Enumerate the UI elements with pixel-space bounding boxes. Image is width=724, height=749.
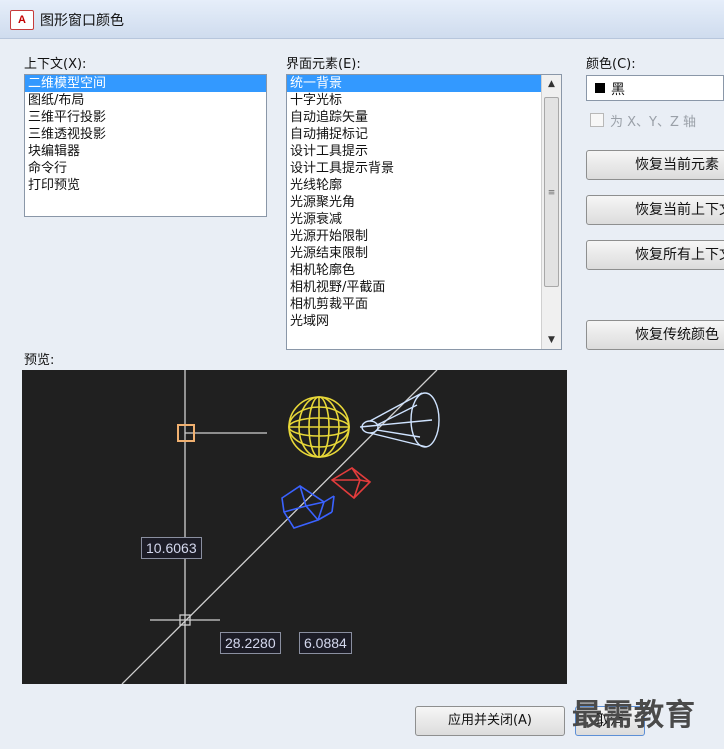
scroll-down-arrow-icon[interactable]: ▼ bbox=[542, 331, 561, 349]
tint-axes-checkbox[interactable] bbox=[590, 113, 604, 127]
interface-element-list-item[interactable]: 光源衰减 bbox=[287, 211, 561, 228]
spotlight-cone-icon bbox=[359, 392, 440, 448]
interface-element-list-item[interactable]: 相机轮廓色 bbox=[287, 262, 561, 279]
camera-frustum-icon bbox=[330, 467, 372, 500]
dimension-input-x1: 28.2280 bbox=[220, 632, 281, 654]
context-list-item[interactable]: 打印预览 bbox=[25, 177, 266, 194]
interface-element-list-item[interactable]: 光源结束限制 bbox=[287, 245, 561, 262]
context-listbox[interactable]: 二维模型空间 图纸/布局 三维平行投影 三维透视投影 块编辑器 命令行 打印预览 bbox=[24, 74, 267, 217]
autocad-app-icon: A bbox=[10, 10, 34, 30]
interface-element-list-item[interactable]: 相机视野/平截面 bbox=[287, 279, 561, 296]
interface-elements-listbox[interactable]: 统一背景 十字光标 自动追踪矢量 自动捕捉标记 设计工具提示 设计工具提示背景 光线轮廓 光源… bbox=[286, 74, 562, 350]
interface-elements-label: 界面元素(E): bbox=[286, 57, 361, 72]
scroll-up-arrow-icon[interactable]: ▲ bbox=[542, 75, 561, 93]
context-label: 上下文(X): bbox=[24, 57, 87, 72]
interface-element-list-item[interactable]: 统一背景 bbox=[287, 75, 561, 92]
apply-close-button[interactable]: 应用并关闭(A) bbox=[415, 706, 565, 736]
color-label: 颜色(C): bbox=[586, 57, 636, 72]
dimension-input-y: 10.6063 bbox=[141, 537, 202, 559]
restore-current-element-button[interactable]: 恢复当前元素 bbox=[586, 150, 724, 180]
context-list-item[interactable]: 二维模型空间 bbox=[25, 75, 266, 92]
interface-element-list-item[interactable]: 光源开始限制 bbox=[287, 228, 561, 245]
preview-graphics bbox=[121, 370, 440, 684]
interface-element-list-item[interactable]: 光域网 bbox=[287, 313, 561, 330]
scroll-thumb[interactable]: ≡ bbox=[544, 97, 559, 287]
interface-element-list-item[interactable]: 设计工具提示 bbox=[287, 143, 561, 160]
restore-all-contexts-button[interactable]: 恢复所有上下文 bbox=[586, 240, 724, 270]
color-dropdown[interactable]: 黑 bbox=[586, 75, 724, 101]
context-list-item[interactable]: 三维平行投影 bbox=[25, 109, 266, 126]
restore-classic-colors-button[interactable]: 恢复传统颜色 bbox=[586, 320, 724, 350]
elements-scrollbar[interactable]: ▲ ≡ ▼ bbox=[541, 75, 561, 349]
light-sphere-icon bbox=[288, 396, 350, 458]
context-list-item[interactable]: 命令行 bbox=[25, 160, 266, 177]
interface-element-list-item[interactable]: 光源聚光角 bbox=[287, 194, 561, 211]
camera-body-icon bbox=[281, 485, 335, 529]
color-value: 黑 bbox=[611, 82, 625, 98]
context-list-item[interactable]: 三维透视投影 bbox=[25, 126, 266, 143]
preview-label: 预览: bbox=[24, 353, 55, 368]
context-list-item[interactable]: 块编辑器 bbox=[25, 143, 266, 160]
interface-elements-list-items: 统一背景 十字光标 自动追踪矢量 自动捕捉标记 设计工具提示 设计工具提示背景 光线轮廓 光源… bbox=[287, 75, 561, 330]
watermark-text: 最需教育 bbox=[572, 698, 696, 733]
interface-element-list-item[interactable]: 设计工具提示背景 bbox=[287, 160, 561, 177]
interface-element-list-item[interactable]: 十字光标 bbox=[287, 92, 561, 109]
title-bar: A 图形窗口颜色 bbox=[0, 0, 724, 39]
interface-element-list-item[interactable]: 相机剪裁平面 bbox=[287, 296, 561, 313]
context-list-items: 二维模型空间 图纸/布局 三维平行投影 三维透视投影 块编辑器 命令行 打印预览 bbox=[25, 75, 266, 194]
tint-axes-label: 为 X、Y、Z 轴 bbox=[610, 115, 697, 130]
context-list-item[interactable]: 图纸/布局 bbox=[25, 92, 266, 109]
interface-element-list-item[interactable]: 自动追踪矢量 bbox=[287, 109, 561, 126]
dimension-input-x2: 6.0884 bbox=[299, 632, 352, 654]
interface-element-list-item[interactable]: 光线轮廓 bbox=[287, 177, 561, 194]
window-title: 图形窗口颜色 bbox=[40, 13, 124, 29]
preview-canvas: 10.6063 28.2280 6.0884 bbox=[22, 370, 567, 684]
color-swatch bbox=[595, 83, 605, 93]
interface-element-list-item[interactable]: 自动捕捉标记 bbox=[287, 126, 561, 143]
restore-current-context-button[interactable]: 恢复当前上下文 bbox=[586, 195, 724, 225]
